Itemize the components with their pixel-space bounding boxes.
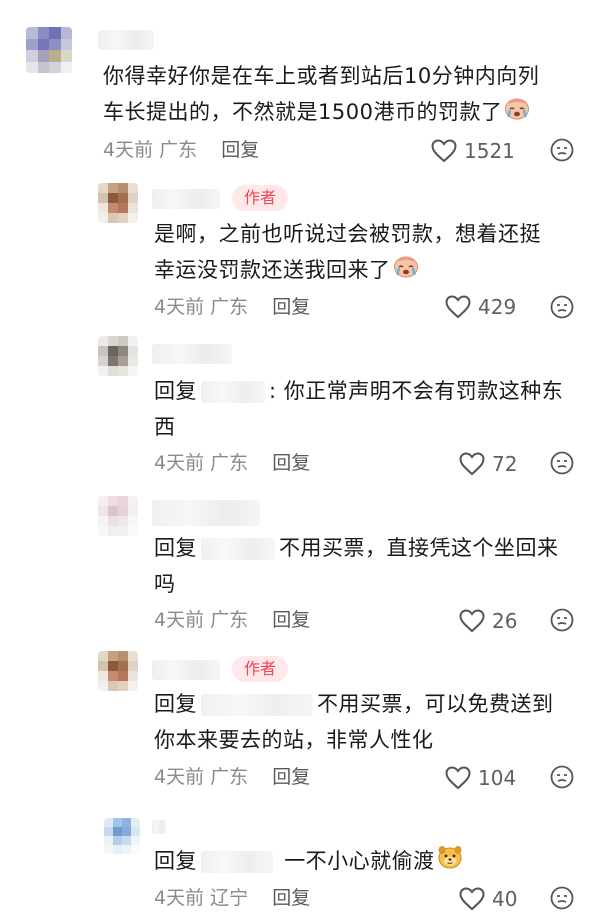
comment-text: 回复: 你正常声明不会有罚款这种东 西 <box>154 379 564 439</box>
like-count: 1521 <box>464 139 515 163</box>
timestamp: 4天前 <box>103 139 154 161</box>
heart-icon <box>445 766 471 790</box>
avatar[interactable] <box>26 27 72 73</box>
dog-face-icon <box>437 844 463 881</box>
reply-button[interactable]: 回复 <box>272 296 310 318</box>
comment-meta: 4天前 广东 回复 <box>154 608 310 632</box>
avatar[interactable] <box>104 818 140 854</box>
dislike-face-icon[interactable] <box>550 886 574 910</box>
location: 广东 <box>159 139 198 161</box>
timestamp: 4天前 <box>154 609 205 631</box>
author-badge: 作者 <box>232 185 289 211</box>
like-count: 26 <box>492 609 518 633</box>
mention-redacted[interactable] <box>201 851 273 873</box>
like-button[interactable]: 1521 <box>430 137 515 165</box>
dislike-face-icon[interactable] <box>550 451 574 475</box>
heart-icon <box>445 295 471 319</box>
comment-meta: 4天前 广东 回复 <box>154 765 310 789</box>
like-count: 104 <box>478 766 517 790</box>
reply-prefix: 回复 <box>154 692 197 716</box>
crying-face-icon <box>393 253 419 289</box>
like-button[interactable]: 104 <box>444 764 516 792</box>
like-count: 40 <box>492 887 518 911</box>
like-button[interactable]: 26 <box>458 607 517 635</box>
location: 广东 <box>210 296 249 318</box>
heart-icon <box>459 887 485 911</box>
avatar[interactable] <box>98 651 138 691</box>
mention-redacted[interactable] <box>201 538 275 560</box>
like-count: 429 <box>478 295 517 319</box>
comment-text: 回复 不用买票，直接凭这个坐回来 吗 <box>154 536 559 596</box>
comment-meta: 4天前 辽宁 回复 <box>154 886 310 910</box>
username-redacted[interactable] <box>152 344 232 364</box>
heart-icon <box>459 452 485 476</box>
like-button[interactable]: 429 <box>444 293 516 321</box>
crying-face-icon <box>504 95 530 131</box>
timestamp: 4天前 <box>154 452 205 474</box>
dislike-face-icon[interactable] <box>550 765 574 789</box>
comment-text: 你得幸好你是在车上或者到站后10分钟内向列 车长提出的，不然就是1500港币的罚… <box>103 58 573 131</box>
username-redacted[interactable] <box>152 500 260 526</box>
location: 广东 <box>210 766 249 788</box>
mention-redacted[interactable] <box>201 381 265 403</box>
dislike-face-icon[interactable] <box>550 608 574 632</box>
username-redacted[interactable] <box>152 189 220 209</box>
like-count: 72 <box>492 452 518 476</box>
heart-icon <box>459 609 485 633</box>
comment-meta: 4天前 广东 回复 <box>154 295 310 319</box>
avatar[interactable] <box>98 496 138 536</box>
location: 辽宁 <box>210 887 249 909</box>
username-redacted[interactable] <box>152 820 166 834</box>
mention-redacted[interactable] <box>201 694 313 716</box>
reply-button[interactable]: 回复 <box>272 766 310 788</box>
like-button[interactable]: 72 <box>458 450 517 478</box>
dislike-face-icon[interactable] <box>550 295 574 319</box>
reply-prefix: 回复 <box>154 536 197 560</box>
timestamp: 4天前 <box>154 887 205 909</box>
reply-prefix: 回复 <box>154 849 197 873</box>
location: 广东 <box>210 609 249 631</box>
dislike-face-icon[interactable] <box>550 138 574 162</box>
reply-prefix: 回复 <box>154 379 197 403</box>
heart-icon <box>431 139 457 163</box>
avatar[interactable] <box>98 336 138 376</box>
reply-button[interactable]: 回复 <box>272 452 310 474</box>
author-badge: 作者 <box>232 656 289 682</box>
timestamp: 4天前 <box>154 766 205 788</box>
reply-button[interactable]: 回复 <box>221 139 259 161</box>
like-button[interactable]: 40 <box>458 885 517 913</box>
comment-meta: 4天前 广东 回复 <box>154 451 310 475</box>
comment-text: 回复 不用买票，可以免费送到 你本来要去的站，非常人性化 <box>154 692 554 752</box>
timestamp: 4天前 <box>154 296 205 318</box>
location: 广东 <box>210 452 249 474</box>
comment-meta: 4天前 广东 回复 <box>103 138 259 162</box>
comment-text: 是啊，之前也听说过会被罚款，想着还挺 幸运没罚款还送我回来了 <box>154 216 574 289</box>
reply-button[interactable]: 回复 <box>272 887 310 909</box>
avatar[interactable] <box>98 183 138 223</box>
reply-button[interactable]: 回复 <box>272 609 310 631</box>
username-redacted[interactable] <box>152 660 220 680</box>
comment-text: 回复 一不小心就偷渡 <box>154 843 574 881</box>
username-redacted[interactable] <box>98 30 154 50</box>
